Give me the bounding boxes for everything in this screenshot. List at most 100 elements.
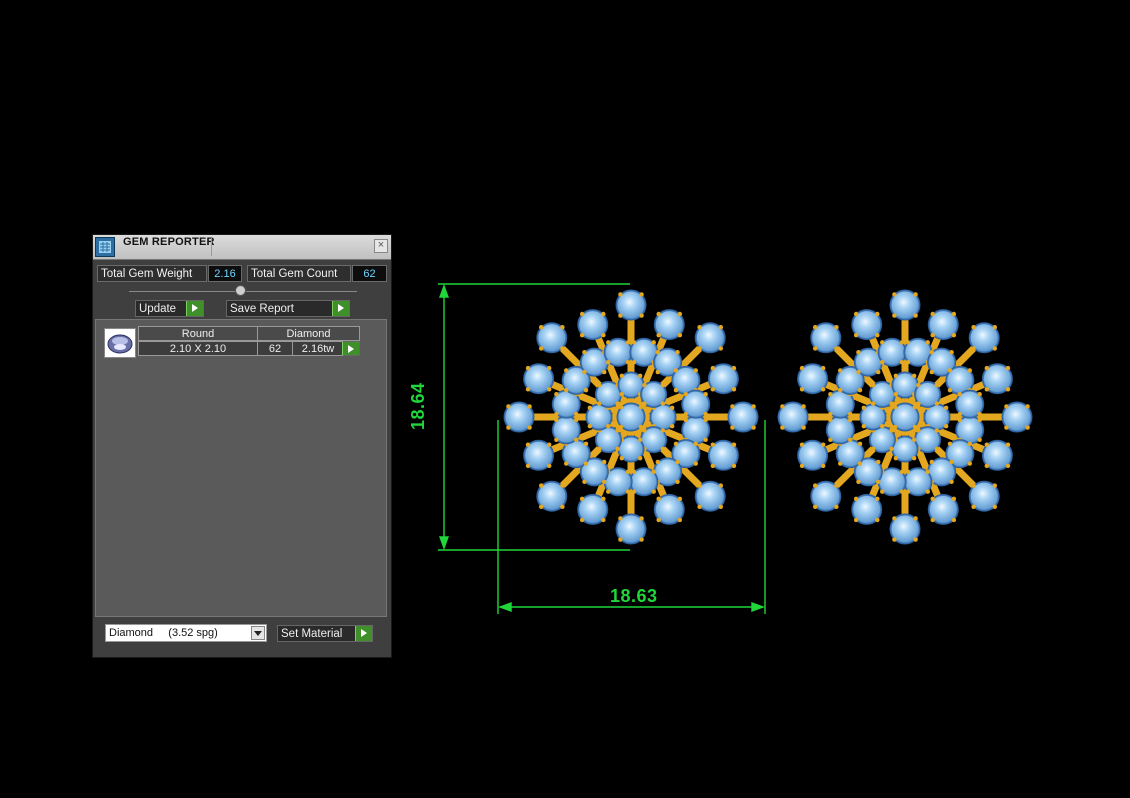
prong bbox=[601, 333, 606, 338]
prong bbox=[892, 516, 897, 521]
prong bbox=[951, 333, 957, 338]
prong bbox=[949, 459, 954, 465]
prong bbox=[875, 333, 880, 338]
prong bbox=[506, 425, 511, 430]
prong bbox=[951, 496, 957, 501]
prong bbox=[718, 324, 724, 330]
prong bbox=[893, 373, 899, 379]
prong bbox=[554, 437, 559, 442]
prong bbox=[828, 417, 833, 423]
prong bbox=[934, 446, 940, 452]
prong bbox=[710, 387, 715, 392]
prong bbox=[949, 350, 954, 355]
prong bbox=[579, 333, 585, 338]
prong bbox=[799, 387, 805, 392]
prong bbox=[828, 392, 833, 397]
prong bbox=[564, 461, 569, 466]
prong bbox=[984, 442, 989, 447]
prong bbox=[984, 387, 989, 392]
prong bbox=[675, 350, 680, 355]
prong bbox=[861, 405, 867, 411]
prong bbox=[631, 469, 637, 475]
prong bbox=[967, 461, 972, 466]
prong bbox=[673, 388, 679, 393]
prong bbox=[1004, 425, 1009, 430]
prong bbox=[560, 483, 565, 488]
prong bbox=[929, 350, 934, 355]
prong bbox=[731, 365, 737, 371]
prong bbox=[828, 411, 833, 417]
prong bbox=[618, 424, 624, 430]
prong bbox=[838, 368, 843, 373]
prong bbox=[834, 324, 839, 330]
prong bbox=[669, 423, 675, 429]
prong bbox=[930, 333, 935, 338]
height-arrow-top bbox=[439, 283, 449, 298]
prong bbox=[876, 459, 881, 465]
prong bbox=[527, 425, 532, 430]
prong bbox=[564, 388, 569, 393]
prong bbox=[579, 496, 585, 501]
height-arrow-bottom bbox=[439, 536, 449, 551]
prong bbox=[875, 496, 880, 501]
prong bbox=[655, 459, 660, 465]
prong bbox=[977, 392, 982, 397]
prong bbox=[971, 346, 976, 351]
prong bbox=[642, 382, 647, 388]
prong bbox=[892, 313, 897, 318]
prong bbox=[853, 333, 859, 338]
prong bbox=[582, 479, 587, 484]
prong bbox=[579, 311, 585, 317]
prong bbox=[731, 387, 737, 392]
prong bbox=[861, 423, 867, 429]
prong bbox=[730, 425, 735, 430]
prong bbox=[875, 311, 880, 317]
prong bbox=[801, 425, 806, 430]
prong bbox=[615, 401, 620, 406]
prong bbox=[601, 311, 606, 317]
prong bbox=[618, 537, 623, 542]
prong bbox=[913, 537, 918, 542]
prong bbox=[703, 411, 708, 417]
prong bbox=[703, 417, 708, 423]
prong bbox=[675, 459, 680, 465]
prong bbox=[1004, 404, 1009, 409]
prong bbox=[703, 437, 708, 442]
prong bbox=[875, 517, 880, 523]
prong bbox=[751, 404, 756, 409]
prong bbox=[1005, 442, 1011, 447]
prong bbox=[892, 404, 898, 410]
prong bbox=[992, 504, 998, 510]
prong bbox=[971, 483, 976, 488]
prong bbox=[564, 368, 569, 373]
prong bbox=[905, 340, 911, 345]
prong bbox=[560, 504, 565, 510]
prong bbox=[828, 437, 833, 442]
prong bbox=[651, 340, 656, 345]
prong bbox=[525, 442, 531, 447]
prong bbox=[718, 504, 724, 510]
prong bbox=[683, 417, 689, 423]
prong bbox=[916, 401, 921, 406]
prong bbox=[929, 369, 934, 375]
prong bbox=[602, 369, 607, 375]
prong bbox=[905, 469, 911, 475]
cad-viewport[interactable]: GEM REPORTER × Total Gem Weight 2.16 Tot… bbox=[0, 0, 1130, 798]
prong bbox=[697, 504, 702, 510]
prong bbox=[984, 463, 989, 469]
prong bbox=[651, 469, 656, 475]
width-arrow-right bbox=[751, 602, 766, 612]
prong bbox=[947, 441, 953, 446]
prong bbox=[538, 324, 544, 330]
prong bbox=[913, 313, 918, 318]
prong bbox=[892, 537, 897, 542]
prong bbox=[949, 479, 954, 484]
prong bbox=[943, 423, 949, 429]
prong bbox=[992, 324, 998, 330]
prong bbox=[602, 459, 607, 465]
prong bbox=[880, 359, 885, 365]
prong bbox=[587, 423, 593, 429]
earring-right bbox=[777, 289, 1033, 545]
prong bbox=[812, 504, 818, 510]
prong bbox=[619, 373, 625, 379]
